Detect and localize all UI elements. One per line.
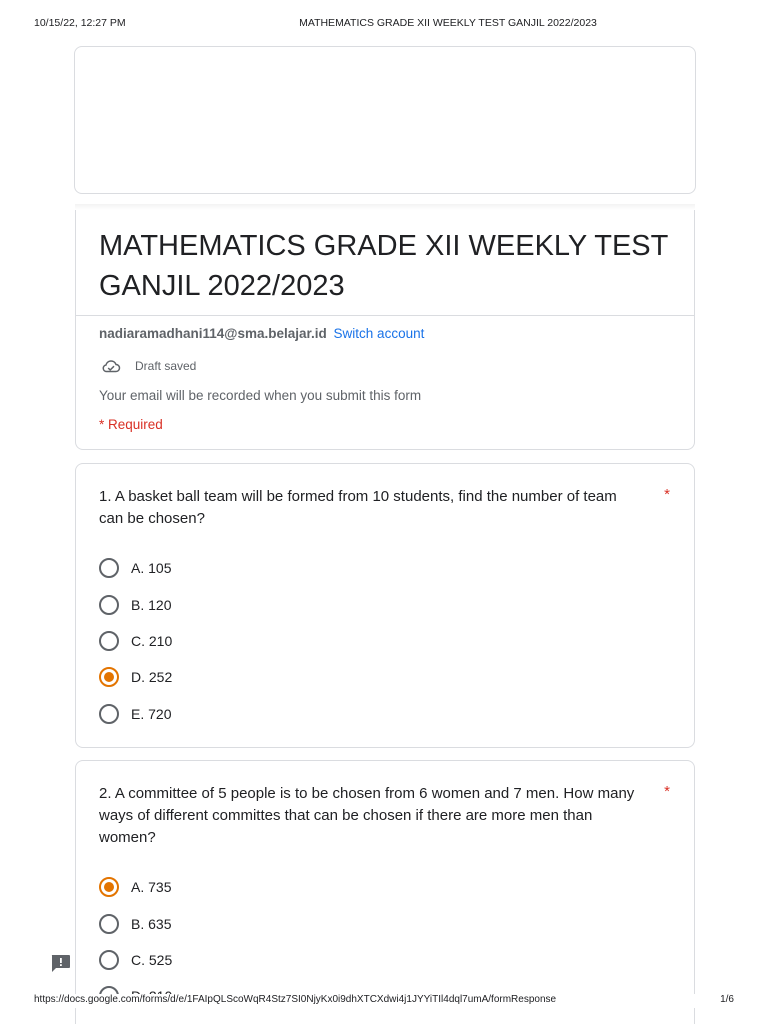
radio-button[interactable] [99,913,119,934]
option-d[interactable]: D. 252 [99,659,172,695]
radio-button-selected[interactable] [99,667,119,688]
option-label: B. 120 [131,596,172,613]
account-row: nadiaramadhani114@sma.belajar.id Switch … [99,326,424,341]
required-note: * Required [99,417,163,432]
print-header: 10/15/22, 12:27 PM MATHEMATICS GRADE XII… [0,17,768,31]
print-page-title: MATHEMATICS GRADE XII WEEKLY TEST GANJIL… [299,17,597,29]
radio-button[interactable] [99,594,119,615]
options-list: A. 105 B. 120 C. 210 D. 252 E. 720 [99,550,172,732]
print-footer: https://docs.google.com/forms/d/e/1FAIpQ… [0,994,768,1008]
option-label: C. 210 [131,632,173,649]
option-a[interactable]: A. 105 [99,550,172,586]
option-e[interactable]: E. 720 [99,696,172,732]
cloud-check-icon [102,360,121,373]
option-label: A. 735 [131,879,172,896]
option-label: E. 720 [131,705,172,722]
question-card-2: 2. A committee of 5 people is to be chos… [75,760,695,1024]
option-b[interactable]: B. 635 [99,905,172,941]
title-card-top-edge [75,204,695,210]
draft-status-text: Draft saved [135,359,197,373]
header-banner [74,46,696,194]
radio-button-selected[interactable] [99,877,119,898]
radio-button[interactable] [99,558,119,579]
option-label: C. 525 [131,951,173,968]
question-text: 1. A basket ball team will be formed fro… [99,488,617,527]
options-list: A. 735 B. 635 C. 525 D. 210 [99,869,172,1015]
option-c[interactable]: C. 525 [99,942,172,978]
title-divider [75,315,695,316]
radio-button[interactable] [99,703,119,724]
account-email: nadiaramadhani114@sma.belajar.id [99,326,327,341]
option-label: B. 635 [131,915,172,932]
radio-button[interactable] [99,949,119,970]
feedback-icon[interactable] [50,954,71,973]
question-text: 2. A committee of 5 people is to be chos… [99,785,635,846]
question-card-1: 1. A basket ball team will be formed fro… [75,463,695,748]
form-title-card: MATHEMATICS GRADE XII WEEKLY TEST GANJIL… [75,204,695,450]
option-b[interactable]: B. 120 [99,586,172,622]
print-page-number: 1/6 [720,994,734,1005]
required-asterisk: * [664,783,670,800]
draft-status: Draft saved [101,356,196,376]
print-url: https://docs.google.com/forms/d/e/1FAIpQ… [34,994,557,1005]
form-title: MATHEMATICS GRADE XII WEEKLY TEST GANJIL… [99,230,668,302]
radio-button[interactable] [99,630,119,651]
email-notice: Your email will be recorded when you sub… [99,388,422,403]
option-label: D. 252 [131,669,173,686]
switch-account-link[interactable]: Switch account [334,326,425,341]
option-a[interactable]: A. 735 [99,869,172,905]
required-asterisk: * [664,486,670,503]
option-label: A. 105 [131,560,172,577]
option-c[interactable]: C. 210 [99,623,172,659]
